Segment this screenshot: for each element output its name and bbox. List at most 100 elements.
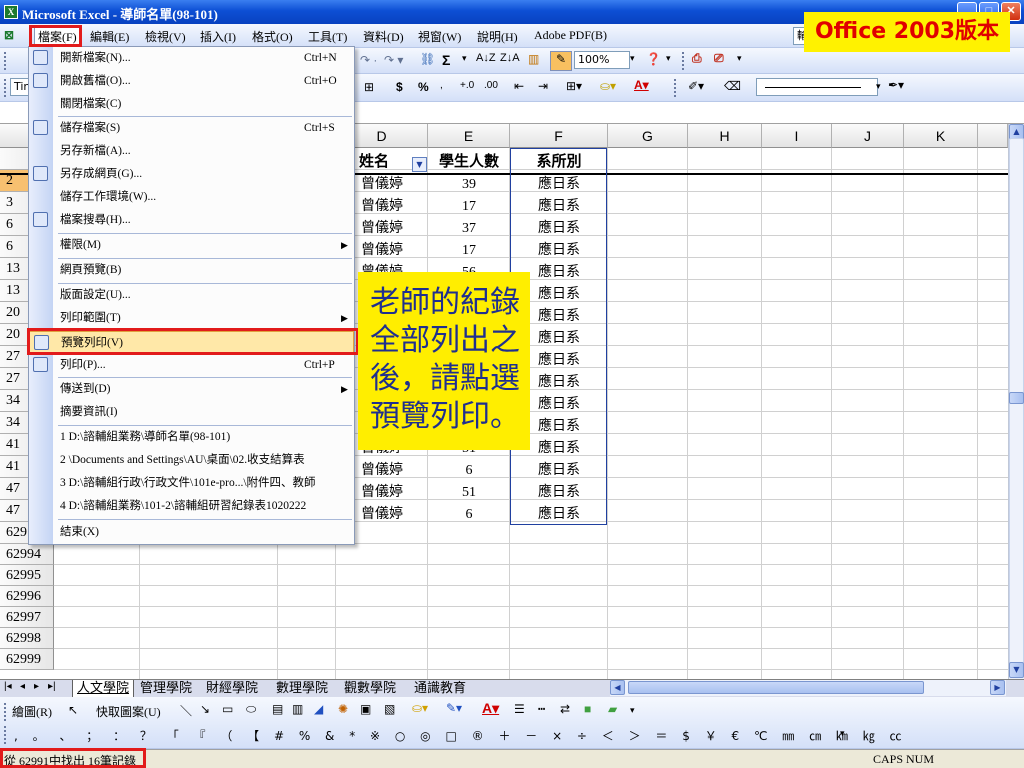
file-menu-item[interactable]: 摘要資訊(I) [29,401,354,423]
pdf-email-icon[interactable]: ⎚ [714,51,724,66]
fill-color-icon[interactable]: ⛀▾ [600,79,616,93]
cell-student-count[interactable]: 17 [428,240,510,262]
drawbar-options-icon[interactable]: ▾ [630,705,635,716]
menu-help[interactable]: 說明(H) [477,28,518,45]
redo-dropdown-icon[interactable]: ↷ ▾ [384,53,403,67]
line-style-select[interactable] [756,78,878,96]
tab-finance[interactable]: 財經學院 [206,680,258,697]
horizontal-scrollbar[interactable]: ◀ ▶ [610,680,1006,696]
shadow-style-icon[interactable]: ■ [584,702,591,716]
file-menu-item[interactable]: 版面設定(U)... [29,284,354,306]
cell-student-count[interactable]: 51 [428,482,510,504]
tab-tourism[interactable]: 觀數學院 [344,680,396,697]
insert-picture-icon[interactable]: ▧ [384,702,395,716]
redo-icon[interactable]: ↷ · [360,53,377,67]
menu-view[interactable]: 檢視(V) [145,28,186,45]
cell-student-count[interactable]: 6 [428,460,510,482]
toolbar-options-icon[interactable]: ▾ [666,53,671,64]
cell-student-count[interactable]: 39 [428,174,510,196]
file-menu-item[interactable]: 儲存檔案(S) Ctrl+S [29,117,354,139]
wordart-icon[interactable]: ◢ [314,702,323,716]
draw-menu-button[interactable]: 繪圖(R) [12,703,52,720]
borders-icon[interactable]: ⊞▾ [566,79,582,93]
file-menu-item[interactable]: 關閉檔案(C) [29,93,354,115]
border-color-icon[interactable]: ✒▾ [888,78,904,92]
column-header-f[interactable]: F [510,124,608,148]
file-menu-item[interactable]: 列印範圍(T) ▶ [29,307,354,329]
file-menu-item[interactable]: 另存新檔(A)... [29,140,354,162]
file-menu-item[interactable]: 1 D:\諮輔組業務\導師名單(98-101) [29,426,354,448]
autofilter-dropdown-icon[interactable]: ▼ [412,157,427,172]
autosum-dropdown-icon[interactable]: ▾ [462,53,467,64]
tab-last-icon[interactable]: ▸| [48,681,56,692]
cell-student-count[interactable]: 6 [428,504,510,526]
vertical-scrollbar[interactable]: ▲ ▼ [1008,124,1024,679]
menu-insert[interactable]: 插入(I) [200,28,236,45]
zoom-dropdown-icon[interactable]: ▾ [630,53,635,64]
arrow-tool-icon[interactable]: ↘ [200,702,210,716]
tab-humanities[interactable]: 人文學院 [72,680,135,697]
3d-style-icon[interactable]: ▰ [608,702,617,716]
line-tool-icon[interactable]: ＼ [180,702,192,719]
arrow-style-icon[interactable]: ⇄ [560,702,570,716]
row-header[interactable]: 62995 [0,565,54,586]
column-header-i[interactable]: I [762,124,832,148]
diagram-icon[interactable]: ✺ [338,702,348,716]
hyperlink-icon[interactable]: ⛓ [420,52,435,66]
file-menu-item[interactable]: 開啟舊檔(O)... Ctrl+O [29,70,354,92]
file-menu-item[interactable]: 4 D:\諮輔組業務\101-2\諮輔組研習紀錄表1020222 [29,495,354,517]
symbol-toolbar[interactable]: , 。 、 ； ： ？ 「 『 （ 【 # % & * ※ ○ ◎ □ ® ＋ … [14,727,907,744]
line-color-icon[interactable]: ✎▾ [446,701,462,715]
menu-tools[interactable]: 工具(T) [308,28,347,45]
column-header-h[interactable]: H [688,124,762,148]
column-header-partial[interactable] [978,124,1008,148]
file-menu-item[interactable]: 傳送到(D) ▶ [29,378,354,400]
chart-wizard-icon[interactable]: ▥ [528,52,539,66]
file-menu-item[interactable]: 網頁預覽(B) [29,259,354,281]
sort-ascending-icon[interactable]: A↓Z [476,52,496,64]
vertical-textbox-icon[interactable]: ▥ [292,702,303,716]
file-menu-item[interactable]: 檔案搜尋(H)... [29,209,354,231]
sort-descending-icon[interactable]: Z↓A [500,52,520,64]
row-header[interactable]: 62996 [0,586,54,607]
font-color-icon[interactable]: A▾ [634,78,649,92]
currency-style-button[interactable]: $ [396,80,403,94]
zoom-select[interactable]: 100% [574,51,630,69]
line-style-icon[interactable]: ☰ [514,702,525,716]
tab-management[interactable]: 管理學院 [140,680,192,697]
dash-style-icon[interactable]: ┅ [538,702,545,716]
comma-style-icon[interactable]: , [440,80,443,91]
row-header[interactable]: 62997 [0,607,54,628]
draw-border-icon[interactable]: ✐▾ [688,79,704,93]
line-style-dropdown-icon[interactable]: ▾ [876,81,881,92]
tab-science[interactable]: 數理學院 [276,680,328,697]
symbol-toolbar-options-icon[interactable]: ▾ [840,728,845,739]
menu-data[interactable]: 資料(D) [363,28,404,45]
scroll-left-icon[interactable]: ◀ [610,680,625,695]
file-menu-item[interactable]: 另存成網頁(G)... [29,163,354,185]
cell-student-count[interactable]: 37 [428,218,510,240]
pdf-convert-icon[interactable]: ⎙ [692,51,702,66]
autoshapes-button[interactable]: 快取圖案(U) [96,703,161,720]
menu-window[interactable]: 視窗(W) [418,28,461,45]
row-header[interactable]: 62999 [0,649,54,670]
select-objects-icon[interactable]: ↖ [68,703,78,717]
file-menu-item[interactable]: 結束(X) [29,521,354,543]
rectangle-tool-icon[interactable]: ▭ [222,702,233,716]
oval-tool-icon[interactable]: ⬭ [246,702,256,717]
help-icon[interactable]: ❓ [646,52,661,66]
menu-edit[interactable]: 編輯(E) [90,28,129,45]
header-cell-students[interactable]: 學生人數 [428,151,510,173]
row-header[interactable]: 62998 [0,628,54,649]
scroll-thumb[interactable] [1009,392,1024,404]
file-menu-item[interactable]: 2 \Documents and Settings\AU\桌面\02.收支結算表 [29,449,354,471]
column-header-e[interactable]: E [428,124,510,148]
font-color-icon[interactable]: A▾ [482,700,499,717]
tab-next-icon[interactable]: ▸ [34,681,39,692]
scroll-down-icon[interactable]: ▼ [1009,662,1024,678]
increase-indent-icon[interactable]: ⇥ [538,79,548,93]
pdf-toolbar-options-icon[interactable]: ▾ [737,53,742,64]
merge-center-icon[interactable]: ⊞ [364,80,374,94]
fill-color-icon[interactable]: ⛀▾ [412,701,428,715]
erase-border-icon[interactable]: ⌫ [724,79,741,93]
